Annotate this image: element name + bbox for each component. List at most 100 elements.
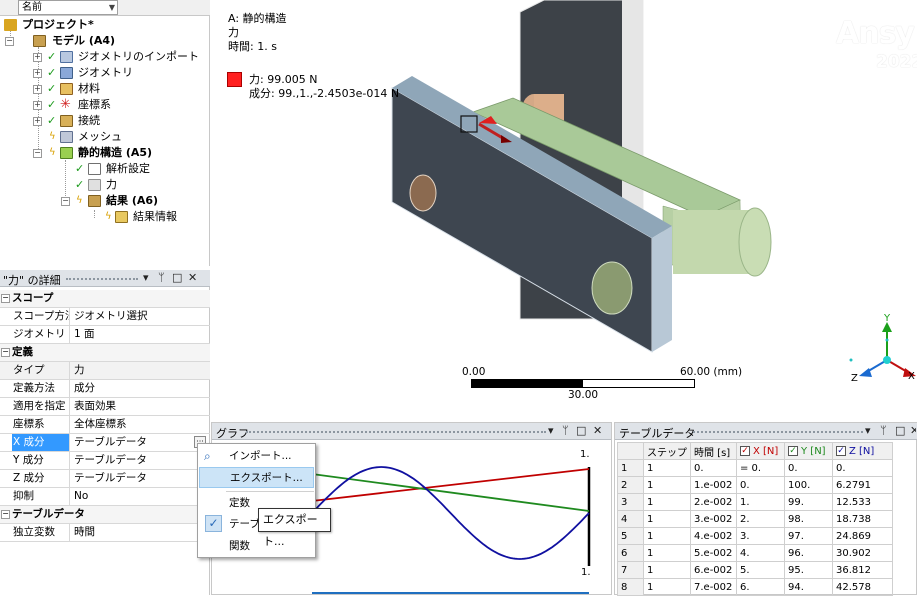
section-scope[interactable]: − スコープ [0,290,210,308]
table-cell[interactable]: 42.578 [832,578,893,596]
close-icon[interactable]: ✕ [593,424,602,437]
table-cell[interactable]: 100. [784,476,833,494]
menu-item-function[interactable]: 関数 [199,536,314,557]
collapse-icon[interactable]: − [1,510,10,519]
tree-item-connections[interactable]: + ✓ 接続 [0,113,208,129]
row-geometry[interactable]: ジオメトリ 1 面 [0,326,210,344]
collapse-icon[interactable]: − [33,149,42,158]
graphics-viewport[interactable] [211,0,917,420]
table-cell[interactable]: 2. [736,510,785,528]
table-cell[interactable]: 6.e-002 [690,561,737,579]
table-cell[interactable]: 5.e-002 [690,544,737,562]
collapse-icon[interactable]: − [61,197,70,206]
tree-item-geometry[interactable]: + ✓ ジオメトリ [0,65,208,81]
table-cell[interactable]: 1 [643,459,691,477]
tree-item-model[interactable]: − モデル (A4) [0,33,208,49]
table-cell[interactable]: 5 [617,527,644,545]
collapse-icon[interactable]: − [1,348,10,357]
row-suppressed[interactable]: 抑制 No [0,488,210,506]
table-cell[interactable]: 5. [736,561,785,579]
row-value[interactable]: 表面効果 [74,398,116,415]
row-value[interactable]: 全体座標系 [74,416,127,433]
table-cell[interactable]: 6. [736,578,785,596]
table-row[interactable]: 7 1 6.e-002 5. 95. 36.812 [617,561,893,579]
table-cell[interactable]: 24.869 [832,527,893,545]
tree-item-analysis-settings[interactable]: ✓ 解析設定 [0,161,208,177]
menu-item-import[interactable]: ⌕ インポート... [199,446,314,467]
table-cell[interactable]: 0. [690,459,737,477]
table-row[interactable]: 5 1 4.e-002 3. 97. 24.869 [617,527,893,545]
pin-icon[interactable]: ᛘ [880,424,887,437]
row-value[interactable]: 成分 [74,380,95,397]
expand-icon[interactable]: + [33,101,42,110]
row-type[interactable]: タイプ 力 [0,362,210,380]
table-cell[interactable]: 0. [736,476,785,494]
close-icon[interactable]: ✕ [188,271,197,284]
maximize-icon[interactable]: □ [172,271,182,284]
table-cell[interactable]: 3.e-002 [690,510,737,528]
row-z-component[interactable]: Z 成分 テーブルデータ [0,470,210,488]
checkbox-x[interactable]: ✓ [740,445,750,456]
table-cell[interactable]: = 0. [736,459,785,477]
row-x-component[interactable]: X 成分 テーブルデータ ··· [0,434,210,452]
table-cell[interactable]: 1 [643,544,691,562]
row-value[interactable]: テーブルデータ [74,470,147,487]
close-icon[interactable]: ✕ [910,424,916,437]
table-cell[interactable]: 4.e-002 [690,527,737,545]
table-cell[interactable]: 4 [617,510,644,528]
table-cell[interactable]: 3 [617,493,644,511]
tree-item-materials[interactable]: + ✓ 材料 [0,81,208,97]
table-cell[interactable]: 6 [617,544,644,562]
row-value[interactable]: ジオメトリ選択 [74,308,148,325]
table-cell[interactable]: 0. [784,459,833,477]
expand-icon[interactable]: + [33,53,42,62]
table-header-z[interactable]: ✓ Z [N] [832,442,893,460]
table-cell[interactable]: 1 [617,459,644,477]
table-cell[interactable]: 7 [617,561,644,579]
table-cell[interactable]: 2 [617,476,644,494]
table-row[interactable]: 8 1 7.e-002 6. 94. 42.578 [617,578,893,596]
table-cell[interactable]: 1. [736,493,785,511]
tree-item-mesh[interactable]: ϟ メッシュ [0,129,208,145]
table-row[interactable]: 3 1 2.e-002 1. 99. 12.533 [617,493,893,511]
table-cell[interactable]: 6.2791 [832,476,893,494]
row-value[interactable]: テーブルデータ [74,452,147,469]
table-row[interactable]: 6 1 5.e-002 4. 96. 30.902 [617,544,893,562]
row-value[interactable]: 1 面 [74,326,95,343]
expand-icon[interactable]: + [33,85,42,94]
table-cell[interactable]: 4. [736,544,785,562]
menu-item-export[interactable]: エクスポート... [199,467,314,488]
section-definition[interactable]: − 定義 [0,344,210,362]
maximize-icon[interactable]: □ [576,424,586,437]
row-value[interactable]: No [74,488,88,505]
expand-icon[interactable]: + [33,117,42,126]
dropdown-icon[interactable]: ▾ [865,424,871,437]
table-cell[interactable]: 1 [643,493,691,511]
table-header-y[interactable]: ✓ Y [N] [784,442,833,460]
row-independent-variable[interactable]: 独立変数 時間 [0,524,210,542]
dropdown-icon[interactable]: ▾ [548,424,554,437]
table-cell[interactable]: 36.812 [832,561,893,579]
table-cell[interactable]: 94. [784,578,833,596]
row-coordinate-system[interactable]: 座標系 全体座標系 [0,416,210,434]
table-cell[interactable]: 1 [643,510,691,528]
tree-item-solution[interactable]: − ϟ 結果 (A6) [0,193,208,209]
table-cell[interactable]: 1 [643,561,691,579]
table-cell[interactable]: 98. [784,510,833,528]
chevron-down-icon[interactable]: ▼ [109,1,115,14]
name-filter-combo[interactable]: 名前 ▼ [18,0,118,15]
table-header-x[interactable]: ✓ X [N] [736,442,785,460]
model-view[interactable] [211,0,917,420]
tree-item-project[interactable]: プロジェクト* [0,17,208,33]
row-value[interactable]: 時間 [74,524,95,541]
collapse-icon[interactable]: − [5,37,14,46]
dropdown-icon[interactable]: ▾ [143,271,149,284]
table-cell[interactable]: 12.533 [832,493,893,511]
table-row[interactable]: 1 1 0. = 0. 0. 0. [617,459,893,477]
tree-item-static-structural[interactable]: − ϟ 静的構造 (A5) [0,145,208,161]
row-scoping-method[interactable]: スコープ方法 ジオメトリ選択 [0,308,210,326]
expand-icon[interactable]: + [33,69,42,78]
table-cell[interactable]: 95. [784,561,833,579]
pin-icon[interactable]: ᛘ [158,271,165,284]
table-cell[interactable]: 1.e-002 [690,476,737,494]
